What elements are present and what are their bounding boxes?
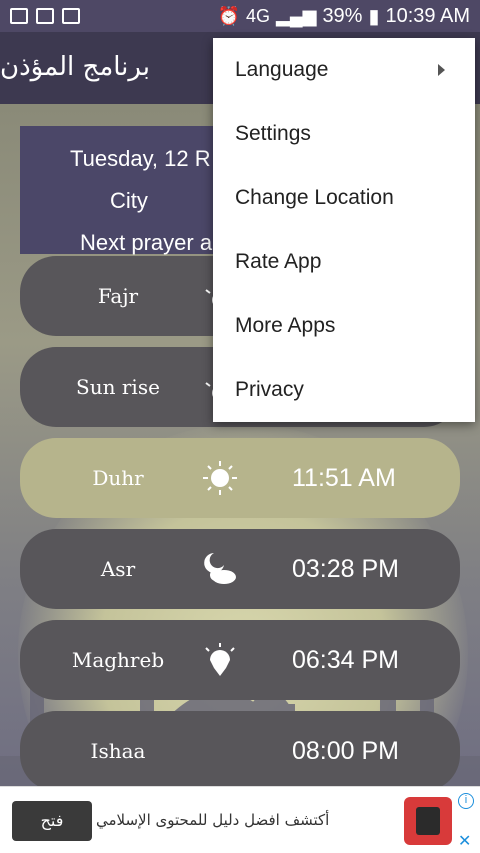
menu-item-more-apps[interactable]: More Apps <box>213 294 475 358</box>
prayer-name: Maghreb <box>71 648 165 672</box>
ad-thumbnail[interactable] <box>404 797 452 845</box>
prayer-name: Duhr <box>92 466 144 490</box>
sun-cloud-icon <box>204 553 236 584</box>
prayer-row-ishaa[interactable]: Ishaa 08:00 PM <box>20 711 460 786</box>
network-label: 4G <box>245 5 270 26</box>
date-text: Tuesday, 12 R <box>70 146 211 171</box>
next-prayer-text: Next prayer a <box>80 230 213 255</box>
overflow-menu: Language Settings Change Location Rate A… <box>213 38 475 422</box>
list-notification-icon <box>36 8 54 24</box>
prayer-row-asr[interactable]: Asr 03:28 PM <box>20 529 460 609</box>
sunset-icon <box>205 643 235 676</box>
menu-item-change-location[interactable]: Change Location <box>213 166 475 230</box>
ad-banner[interactable]: فتح أكتشف افضل دليل للمحتوى الإسلامي i ✕ <box>0 786 480 853</box>
ad-open-button[interactable]: فتح <box>12 801 92 841</box>
prayer-time: 08:00 PM <box>292 737 400 765</box>
image-notification-icon <box>10 8 28 24</box>
status-right: ⏰ 4G ▂▄▆ 39% ▮ 10:39 AM <box>218 4 470 29</box>
prayer-time: 03:28 PM <box>292 555 400 583</box>
prayer-time: 11:51 AM <box>292 464 396 492</box>
alarm-icon: ⏰ <box>217 5 240 26</box>
status-bar: ⏰ 4G ▂▄▆ 39% ▮ 10:39 AM <box>0 0 480 32</box>
submenu-arrow-icon <box>438 64 445 76</box>
city-text: City <box>110 188 148 213</box>
prayer-name: Fajr <box>97 284 139 308</box>
notification-icons <box>10 8 80 24</box>
prayer-name: Asr <box>100 557 136 581</box>
ad-close-icon[interactable]: ✕ <box>458 831 471 851</box>
battery-percent: 39% <box>322 4 363 27</box>
prayer-name: Sun rise <box>76 375 160 399</box>
menu-item-language[interactable]: Language <box>213 38 475 102</box>
menu-item-privacy[interactable]: Privacy <box>213 358 475 422</box>
prayer-time: 06:34 PM <box>292 646 400 674</box>
ad-text[interactable]: أكتشف افضل دليل للمحتوى الإسلامي <box>96 811 396 829</box>
clock: 10:39 AM <box>385 4 470 27</box>
battery-icon: ▮ <box>368 5 380 28</box>
signal-icon: ▂▄▆ <box>275 5 317 26</box>
menu-item-rate-app[interactable]: Rate App <box>213 230 475 294</box>
sun-icon <box>203 461 237 495</box>
menu-item-settings[interactable]: Settings <box>213 102 475 166</box>
app-notification-icon <box>62 8 80 24</box>
prayer-row-duhr[interactable]: Duhr 11:51 AM <box>20 438 460 518</box>
ad-info-icon[interactable]: i <box>458 793 474 809</box>
prayer-row-maghreb[interactable]: Maghreb 06:34 PM <box>20 620 460 700</box>
prayer-name: Ishaa <box>90 739 146 763</box>
app-title: برنامج المؤذن <box>0 52 150 82</box>
menu-item-label: Language <box>235 58 329 81</box>
moon-icon <box>213 735 234 763</box>
